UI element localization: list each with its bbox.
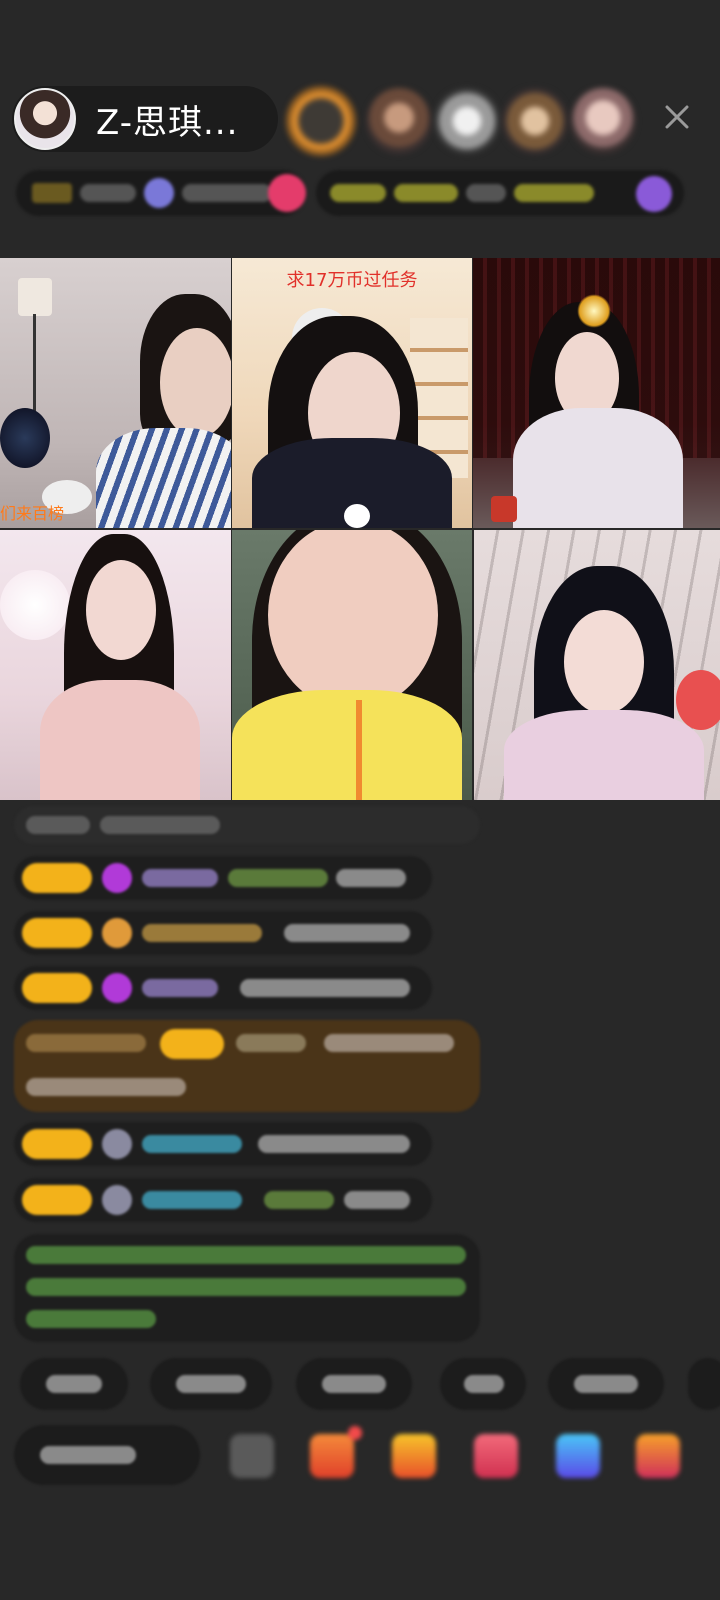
chat-message: [14, 966, 432, 1010]
chat-message: [14, 1178, 432, 1222]
chat-input[interactable]: [14, 1425, 200, 1485]
quick-reply-chip[interactable]: [150, 1358, 272, 1410]
video-tile[interactable]: [232, 530, 472, 800]
rank-info-pill[interactable]: [16, 170, 306, 216]
quick-reply-chip[interactable]: [296, 1358, 412, 1410]
chat-message: [14, 806, 480, 844]
viewer-avatar[interactable]: [366, 88, 432, 154]
video-grid: 们来百榜 求17万币过任务: [0, 258, 720, 818]
host-info[interactable]: Z-思琪...: [12, 86, 278, 152]
chat-message: [14, 1122, 432, 1166]
chat-message-highlighted: [14, 1020, 480, 1112]
game-icon[interactable]: [556, 1434, 600, 1478]
viewer-avatar[interactable]: [434, 88, 500, 154]
emoji-icon[interactable]: [230, 1434, 274, 1478]
quick-reply-chip[interactable]: [440, 1358, 526, 1410]
task-info-pill[interactable]: [316, 170, 684, 216]
chat-message: [14, 856, 432, 900]
host-name: Z-思琪...: [96, 102, 239, 143]
quick-reply-chip[interactable]: [20, 1358, 128, 1410]
video-tile[interactable]: 们来百榜: [0, 258, 231, 528]
viewer-avatar[interactable]: [570, 88, 636, 154]
video-tile[interactable]: 求17万币过任务: [232, 258, 472, 528]
video-tile[interactable]: [473, 258, 720, 528]
tile-overlay-text: 们来百榜: [0, 504, 65, 523]
viewer-avatar[interactable]: [286, 86, 356, 156]
close-icon[interactable]: [656, 96, 698, 138]
host-avatar[interactable]: [14, 88, 76, 150]
viewer-avatar[interactable]: [502, 88, 568, 154]
tile-caption: 求17万币过任务: [286, 270, 418, 291]
heart-gift-icon[interactable]: [474, 1434, 518, 1478]
more-icon[interactable]: [636, 1434, 680, 1478]
quick-reply-chip[interactable]: [688, 1358, 720, 1410]
chat-message: [14, 911, 432, 955]
treasure-icon[interactable]: [392, 1434, 436, 1478]
gift-box-icon[interactable]: [310, 1426, 362, 1478]
chat-system-notice: [14, 1234, 480, 1342]
video-tile[interactable]: [474, 530, 720, 800]
video-tile[interactable]: [0, 530, 231, 800]
quick-reply-chip[interactable]: [548, 1358, 664, 1410]
